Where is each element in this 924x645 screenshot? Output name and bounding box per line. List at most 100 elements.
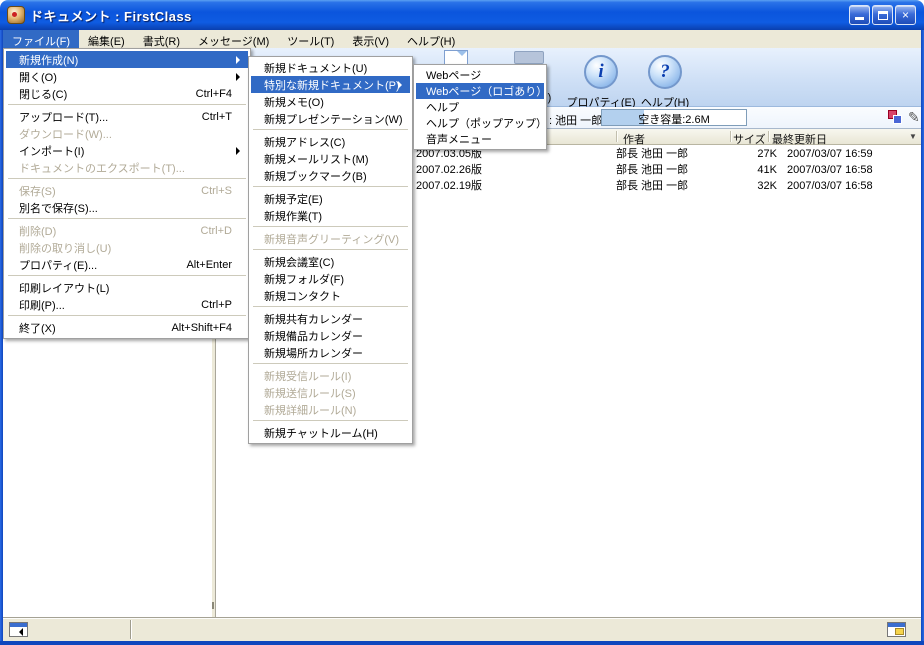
special-document-submenu: Webページ Webページ（ロゴあり） ヘルプ ヘルプ（ポップアップ） 音声メニ… (413, 64, 547, 150)
column-divider (768, 131, 769, 142)
menuitem-new-document[interactable]: 新規ドキュメント(U) (251, 59, 410, 76)
list-item-modified[interactable]: 2007/03/07 16:58 (787, 179, 924, 194)
list-item-author[interactable]: 部長 池田 一郎 (616, 147, 724, 162)
menuitem-new-conference[interactable]: 新規会議室(C) (251, 253, 410, 270)
menuitem-print[interactable]: 印刷(P)...Ctrl+P (6, 296, 248, 313)
menuitem-voice-menu[interactable]: 音声メニュー (416, 131, 544, 147)
submenu-arrow-icon (236, 73, 244, 81)
menuitem-new-detail-rule: 新規詳細ルール(N) (251, 401, 410, 418)
list-item-size[interactable]: 41K (722, 163, 777, 178)
menubar-item-help[interactable]: ヘルプ(H) (398, 30, 464, 48)
firstclass-app-icon (7, 6, 25, 24)
column-divider (616, 131, 617, 142)
storage-quota-gauge: 空き容量:2.6M (601, 109, 747, 126)
menuitem-new[interactable]: 新規作成(N) (6, 51, 248, 68)
menubar-item-edit[interactable]: 編集(E) (79, 30, 134, 48)
menuitem-web-page[interactable]: Webページ (416, 67, 544, 83)
new-document-submenu: 新規ドキュメント(U) 特別な新規ドキュメント(P) 新規メモ(O) 新規プレゼ… (248, 56, 413, 444)
blue-square-icon (893, 115, 902, 124)
list-item-modified[interactable]: 2007/03/07 16:59 (787, 147, 924, 162)
menuitem-new-task[interactable]: 新規作業(T) (251, 207, 410, 224)
connected-user-label: : 池田 一郎 (549, 112, 602, 128)
yellow-panel-icon (895, 628, 904, 635)
layout-view-icon[interactable] (887, 622, 906, 637)
maximize-icon (878, 11, 888, 20)
info-icon: i (598, 61, 603, 82)
menuitem-new-resource-calendar[interactable]: 新規備品カレンダー (251, 327, 410, 344)
menuitem-new-address[interactable]: 新規アドレス(C) (251, 133, 410, 150)
menuitem-new-voice-greeting: 新規音声グリーティング(V) (251, 230, 410, 247)
menuitem-export-document: ドキュメントのエクスポート(T)... (6, 159, 248, 176)
icon-header-stripe (10, 623, 27, 627)
menuitem-help-doc[interactable]: ヘルプ (416, 99, 544, 115)
question-icon: ? (660, 61, 670, 82)
list-item-name[interactable]: 2007.02.26版 (416, 163, 611, 178)
list-item-author[interactable]: 部長 池田 一郎 (616, 163, 724, 178)
menuitem-new-location-calendar[interactable]: 新規場所カレンダー (251, 344, 410, 361)
menuitem-new-send-rule: 新規送信ルール(S) (251, 384, 410, 401)
file-menu: 新規作成(N) 開く(O) 閉じる(C)Ctrl+F4 アップロード(T)...… (3, 48, 251, 339)
close-button[interactable]: × (895, 5, 916, 25)
application-window: ドキュメント : FirstClass × ファイル(F) 編集(E) 書式(R… (0, 0, 924, 645)
document-icon[interactable] (444, 50, 468, 65)
list-item-modified[interactable]: 2007/03/07 16:58 (787, 163, 924, 178)
menuitem-new-folder[interactable]: 新規フォルダ(F) (251, 270, 410, 287)
menuitem-delete: 削除(D)Ctrl+D (6, 222, 248, 239)
menubar: ファイル(F) 編集(E) 書式(R) メッセージ(M) ツール(T) 表示(V… (3, 30, 921, 48)
column-divider (730, 131, 731, 142)
list-item-author[interactable]: 部長 池田 一郎 (616, 179, 724, 194)
menuitem-new-memo[interactable]: 新規メモ(O) (251, 93, 410, 110)
menuitem-new-presentation[interactable]: 新規プレゼンテーション(W) (251, 110, 410, 127)
menuitem-new-contact[interactable]: 新規コンタクト (251, 287, 410, 304)
menubar-item-view[interactable]: 表示(V) (343, 30, 398, 48)
statusbar-divider (130, 620, 131, 639)
properties-button[interactable]: i (584, 55, 618, 89)
toolbar-partial-icon[interactable] (514, 51, 544, 64)
menuitem-print-layout[interactable]: 印刷レイアウト(L) (6, 279, 248, 296)
window-title: ドキュメント : FirstClass (30, 6, 192, 25)
menuitem-exit[interactable]: 終了(X)Alt+Shift+F4 (6, 319, 248, 336)
minimize-button[interactable] (849, 5, 870, 25)
menuitem-new-maillist[interactable]: 新規メールリスト(M) (251, 150, 410, 167)
menuitem-undelete: 削除の取り消し(U) (6, 239, 248, 256)
menuitem-import[interactable]: インポート(I) (6, 142, 248, 159)
menuitem-new-shared-calendar[interactable]: 新規共有カレンダー (251, 310, 410, 327)
menubar-item-message[interactable]: メッセージ(M) (189, 30, 278, 48)
list-item-size[interactable]: 32K (722, 179, 777, 194)
menuitem-new-receive-rule: 新規受信ルール(I) (251, 367, 410, 384)
titlebar[interactable]: ドキュメント : FirstClass × (0, 0, 924, 30)
menuitem-properties[interactable]: プロパティ(E)...Alt+Enter (6, 256, 248, 273)
icon-header-stripe (888, 623, 905, 627)
left-arrow-icon (15, 628, 23, 636)
menuitem-special-new-document[interactable]: 特別な新規ドキュメント(P) (251, 76, 410, 93)
submenu-arrow-icon (236, 56, 244, 64)
list-item-name[interactable]: 2007.02.19版 (416, 179, 611, 194)
list-item-size[interactable]: 27K (722, 147, 777, 162)
window-border-bottom (0, 641, 924, 645)
statusbar (3, 617, 921, 641)
maximize-button[interactable] (872, 5, 893, 25)
submenu-arrow-icon (236, 147, 244, 155)
menubar-item-tools[interactable]: ツール(T) (278, 30, 343, 48)
submenu-arrow-icon (398, 81, 406, 89)
toggle-pane-icon[interactable] (9, 622, 28, 637)
close-icon: × (902, 8, 909, 22)
menubar-item-file[interactable]: ファイル(F) (3, 30, 79, 48)
minimize-icon (855, 17, 864, 20)
menuitem-new-event[interactable]: 新規予定(E) (251, 190, 410, 207)
menuitem-new-bookmark[interactable]: 新規ブックマーク(B) (251, 167, 410, 184)
menuitem-new-chatroom[interactable]: 新規チャットルーム(H) (251, 424, 410, 441)
help-button[interactable]: ? (648, 55, 682, 89)
menuitem-open[interactable]: 開く(O) (6, 68, 248, 85)
menubar-item-format[interactable]: 書式(R) (134, 30, 189, 48)
quota-label: 空き容量:2.6M (602, 111, 746, 127)
menuitem-save: 保存(S)Ctrl+S (6, 182, 248, 199)
menuitem-help-popup[interactable]: ヘルプ（ポップアップ） (416, 115, 544, 131)
history-icon[interactable] (887, 110, 903, 126)
edit-pencil-icon[interactable]: ✎ (908, 109, 920, 126)
sort-arrow-icon[interactable]: ▼ (909, 132, 917, 141)
menuitem-web-page-with-logo[interactable]: Webページ（ロゴあり） (416, 83, 544, 99)
menuitem-save-as[interactable]: 別名で保存(S)... (6, 199, 248, 216)
menuitem-close[interactable]: 閉じる(C)Ctrl+F4 (6, 85, 248, 102)
menuitem-upload[interactable]: アップロード(T)...Ctrl+T (6, 108, 248, 125)
